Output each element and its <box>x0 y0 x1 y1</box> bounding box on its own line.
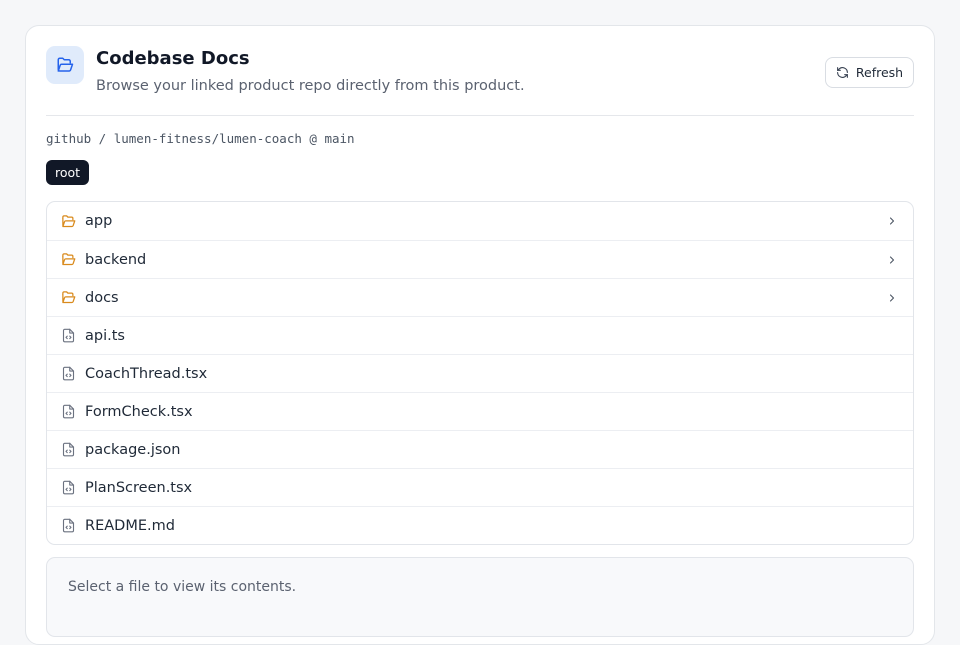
code-file-icon <box>60 328 76 344</box>
code-file-icon <box>60 366 76 382</box>
chevron-right-icon <box>885 214 899 228</box>
entry-name: docs <box>85 289 119 306</box>
file-preview-panel: Select a file to view its contents. <box>46 557 914 637</box>
code-file-icon <box>60 518 76 534</box>
file-row[interactable]: PlanScreen.tsx <box>47 468 913 506</box>
refresh-icon <box>836 66 849 79</box>
refresh-label: Refresh <box>855 65 904 80</box>
chevron-right-icon <box>885 253 899 267</box>
chevron-right-icon <box>885 291 899 305</box>
page-subtitle: Browse your linked product repo directly… <box>96 78 525 94</box>
entry-name: api.ts <box>85 327 125 344</box>
refresh-button[interactable]: Refresh <box>825 57 914 88</box>
code-file-icon <box>60 480 76 496</box>
file-row[interactable]: api.ts <box>47 316 913 354</box>
preview-placeholder: Select a file to view its contents. <box>68 579 297 595</box>
entry-name: CoachThread.tsx <box>85 365 208 382</box>
folder-row[interactable]: docs <box>47 278 913 316</box>
breadcrumb-root[interactable]: root <box>46 160 90 185</box>
folder-row[interactable]: backend <box>47 240 913 278</box>
codebase-docs-card: Codebase Docs Browse your linked product… <box>25 25 935 645</box>
repo-path: github / lumen-fitness/lumen-coach @ mai… <box>46 131 355 146</box>
entry-name: package.json <box>85 441 181 458</box>
code-file-icon <box>60 404 76 420</box>
file-row[interactable]: package.json <box>47 430 913 468</box>
folder-open-icon <box>46 46 84 84</box>
folder-icon <box>60 290 76 306</box>
file-row[interactable]: FormCheck.tsx <box>47 392 913 430</box>
folder-icon <box>60 252 76 268</box>
entry-name: PlanScreen.tsx <box>85 479 193 496</box>
file-row[interactable]: README.md <box>47 506 913 544</box>
code-file-icon <box>60 442 76 458</box>
entry-name: app <box>85 213 113 229</box>
folder-row[interactable]: app <box>47 202 913 240</box>
file-row[interactable]: CoachThread.tsx <box>47 354 913 392</box>
file-list: app backend docs api.ts CoachThread.tsx FormC… <box>46 201 914 545</box>
folder-icon <box>60 213 76 229</box>
entry-name: README.md <box>85 517 175 534</box>
card-header: Codebase Docs Browse your linked product… <box>46 46 914 116</box>
page-title: Codebase Docs <box>96 48 250 69</box>
entry-name: backend <box>85 251 147 268</box>
entry-name: FormCheck.tsx <box>85 403 193 420</box>
